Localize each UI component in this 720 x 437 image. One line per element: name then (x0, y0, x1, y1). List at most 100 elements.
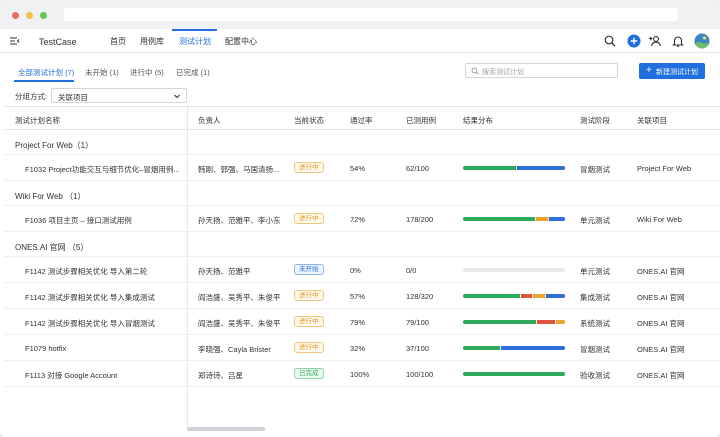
plan-name[interactable]: F1142 测试步骤相关优化 导入集成测试 (25, 292, 155, 303)
active-tab-indicator (172, 29, 217, 31)
tab-home[interactable]: 首页 (110, 36, 126, 47)
plan-owner: 孙天扬、范雅平、李小东 (198, 216, 281, 225)
status-badge: 未开始 (294, 264, 324, 275)
pass-rate: 0% (350, 266, 361, 275)
distribution-segment (517, 166, 565, 170)
linked-project: ONES.AI 官网 (637, 267, 685, 276)
col-status: 当前状态 (294, 116, 324, 125)
horizontal-scrollbar[interactable] (187, 427, 265, 431)
test-stage: 验收测试 (580, 371, 610, 380)
result-distribution-bar (463, 166, 565, 170)
search-icon[interactable] (603, 34, 617, 48)
plan-name[interactable]: F1032 Project功能交互与细节优化–冒烟用例... (25, 164, 180, 175)
tested-count: 79/100 (406, 318, 429, 327)
result-distribution-bar (463, 217, 565, 221)
distribution-segment (549, 217, 565, 221)
filter-in-progress[interactable]: 进行中 (5) (130, 67, 164, 78)
plan-name[interactable]: F1142 测试步骤相关优化 导入第二轮 (25, 266, 147, 277)
plan-owner: 韩刚、郭强、马国清扬... (198, 165, 280, 174)
tested-count: 178/200 (406, 215, 434, 224)
group-row[interactable]: Project For Web（1） (4, 131, 720, 155)
search-placeholder: 搜索测试计划 (482, 69, 524, 76)
new-test-plan-button[interactable]: + 新建测试计划 (639, 63, 705, 79)
add-circle-icon[interactable] (627, 34, 641, 48)
status-badge: 进行中 (294, 213, 324, 224)
new-test-plan-label: 新建测试计划 (656, 69, 698, 76)
avatar[interactable] (694, 33, 710, 49)
result-distribution-bar (463, 294, 565, 298)
col-name: 测试计划名称 (15, 116, 60, 125)
col-tested: 已测用例 (406, 116, 436, 125)
distribution-segment (463, 320, 536, 324)
tested-count: 128/320 (406, 292, 434, 301)
test-stage: 单元测试 (580, 216, 610, 225)
linked-project: ONES.AI 官网 (637, 319, 685, 328)
table-row[interactable]: F1142 测试步骤相关优化 导入集成测试 阎浩盛、吴秀平、朱俊平 进行中 57% 12… (4, 284, 720, 309)
filter-completed[interactable]: 已完成 (1) (176, 67, 210, 78)
plan-owner: 孙天扬、范雅平 (198, 267, 251, 276)
distribution-segment (533, 294, 545, 298)
table-row[interactable]: F1079 hotfix 李晓强、Cayla Brister 进行中 32% 37/10… (4, 336, 720, 361)
col-pass-rate: 通过率 (350, 116, 373, 125)
close-dot[interactable] (12, 12, 19, 19)
tab-case-library[interactable]: 用例库 (140, 36, 164, 47)
linked-project: ONES.AI 官网 (637, 345, 685, 354)
plan-name[interactable]: F1142 测试步骤相关优化 导入冒烟测试 (25, 318, 155, 329)
plan-name[interactable]: F1113 对接 Google Account (25, 370, 117, 381)
test-plan-table: 测试计划名称 负责人 当前状态 通过率 已测用例 结果分布 测试阶段 关联项目 … (4, 106, 720, 431)
result-distribution-bar (463, 346, 565, 350)
plan-name[interactable]: F1079 hotfix (25, 344, 66, 353)
col-distribution: 结果分布 (463, 116, 493, 125)
test-stage: 集成测试 (580, 293, 610, 302)
filter-all[interactable]: 全部测试计划 (7) (18, 67, 74, 78)
tested-count: 100/100 (406, 370, 434, 379)
test-stage: 单元测试 (580, 267, 610, 276)
bell-icon[interactable] (671, 34, 685, 48)
distribution-segment (463, 217, 535, 221)
group-row[interactable]: Wiki For Web （1） (4, 182, 720, 206)
tested-count: 62/100 (406, 164, 429, 173)
pass-rate: 57% (350, 292, 366, 301)
add-user-icon[interactable] (648, 34, 662, 48)
table-row[interactable]: F1142 测试步骤相关优化 导入冒烟测试 阎浩盛、吴秀平、朱俊平 进行中 79% 79… (4, 310, 720, 335)
table-row[interactable]: F1032 Project功能交互与细节优化–冒烟用例... 韩刚、郭强、马国清扬… (4, 156, 720, 181)
distribution-segment (463, 346, 500, 350)
address-bar[interactable] (64, 8, 678, 21)
test-stage: 冒烟测试 (580, 165, 610, 174)
distribution-segment (536, 217, 548, 221)
group-by-select[interactable]: 关联项目 (51, 88, 187, 103)
tab-config-center[interactable]: 配置中心 (225, 36, 257, 47)
status-badge: 进行中 (294, 290, 324, 301)
tested-count: 0/0 (406, 266, 417, 275)
result-distribution-bar (463, 372, 565, 376)
maximize-dot[interactable] (40, 12, 47, 19)
table-row[interactable]: F1142 测试步骤相关优化 导入第二轮 孙天扬、范雅平 未开始 0% 0/0 单元测试 O… (4, 258, 720, 283)
table-header: 测试计划名称 负责人 当前状态 通过率 已测用例 结果分布 测试阶段 关联项目 (4, 106, 720, 130)
browser-chrome (0, 0, 720, 29)
status-badge: 进行中 (294, 162, 324, 173)
filter-not-started[interactable]: 未开始 (1) (85, 67, 119, 78)
table-row[interactable]: F1036 项目主页 – 接口测试用例 孙天扬、范雅平、李小东 进行中 72% 178/… (4, 207, 720, 232)
col-owner: 负责人 (198, 116, 221, 125)
distribution-segment (537, 320, 555, 324)
tab-test-plan[interactable]: 测试计划 (179, 36, 211, 47)
active-filter-indicator (14, 80, 74, 82)
distribution-segment (521, 294, 532, 298)
search-input[interactable]: 搜索测试计划 (465, 63, 618, 78)
pass-rate: 54% (350, 164, 366, 173)
result-distribution-bar (463, 268, 565, 272)
menu-collapse-icon[interactable] (9, 35, 21, 47)
table-row[interactable]: F1113 对接 Google Account 郑诗诗、吕星 已完成 100% 100/… (4, 362, 720, 387)
distribution-segment (501, 346, 565, 350)
distribution-segment (463, 294, 520, 298)
plan-owner: 阎浩盛、吴秀平、朱俊平 (198, 319, 281, 328)
group-row[interactable]: ONES.AI 官网 （5） (4, 233, 720, 257)
distribution-segment (546, 294, 565, 298)
minimize-dot[interactable] (26, 12, 33, 19)
pass-rate: 79% (350, 318, 366, 327)
plan-name[interactable]: F1036 项目主页 – 接口测试用例 (25, 215, 132, 226)
app-window: TestCase 首页 用例库 测试计划 配置中心 全部测试计划 (7) 未开始… (0, 0, 720, 437)
tested-count: 37/100 (406, 344, 429, 353)
plan-owner: 阎浩盛、吴秀平、朱俊平 (198, 293, 281, 302)
top-nav: TestCase 首页 用例库 测试计划 配置中心 (0, 29, 720, 53)
